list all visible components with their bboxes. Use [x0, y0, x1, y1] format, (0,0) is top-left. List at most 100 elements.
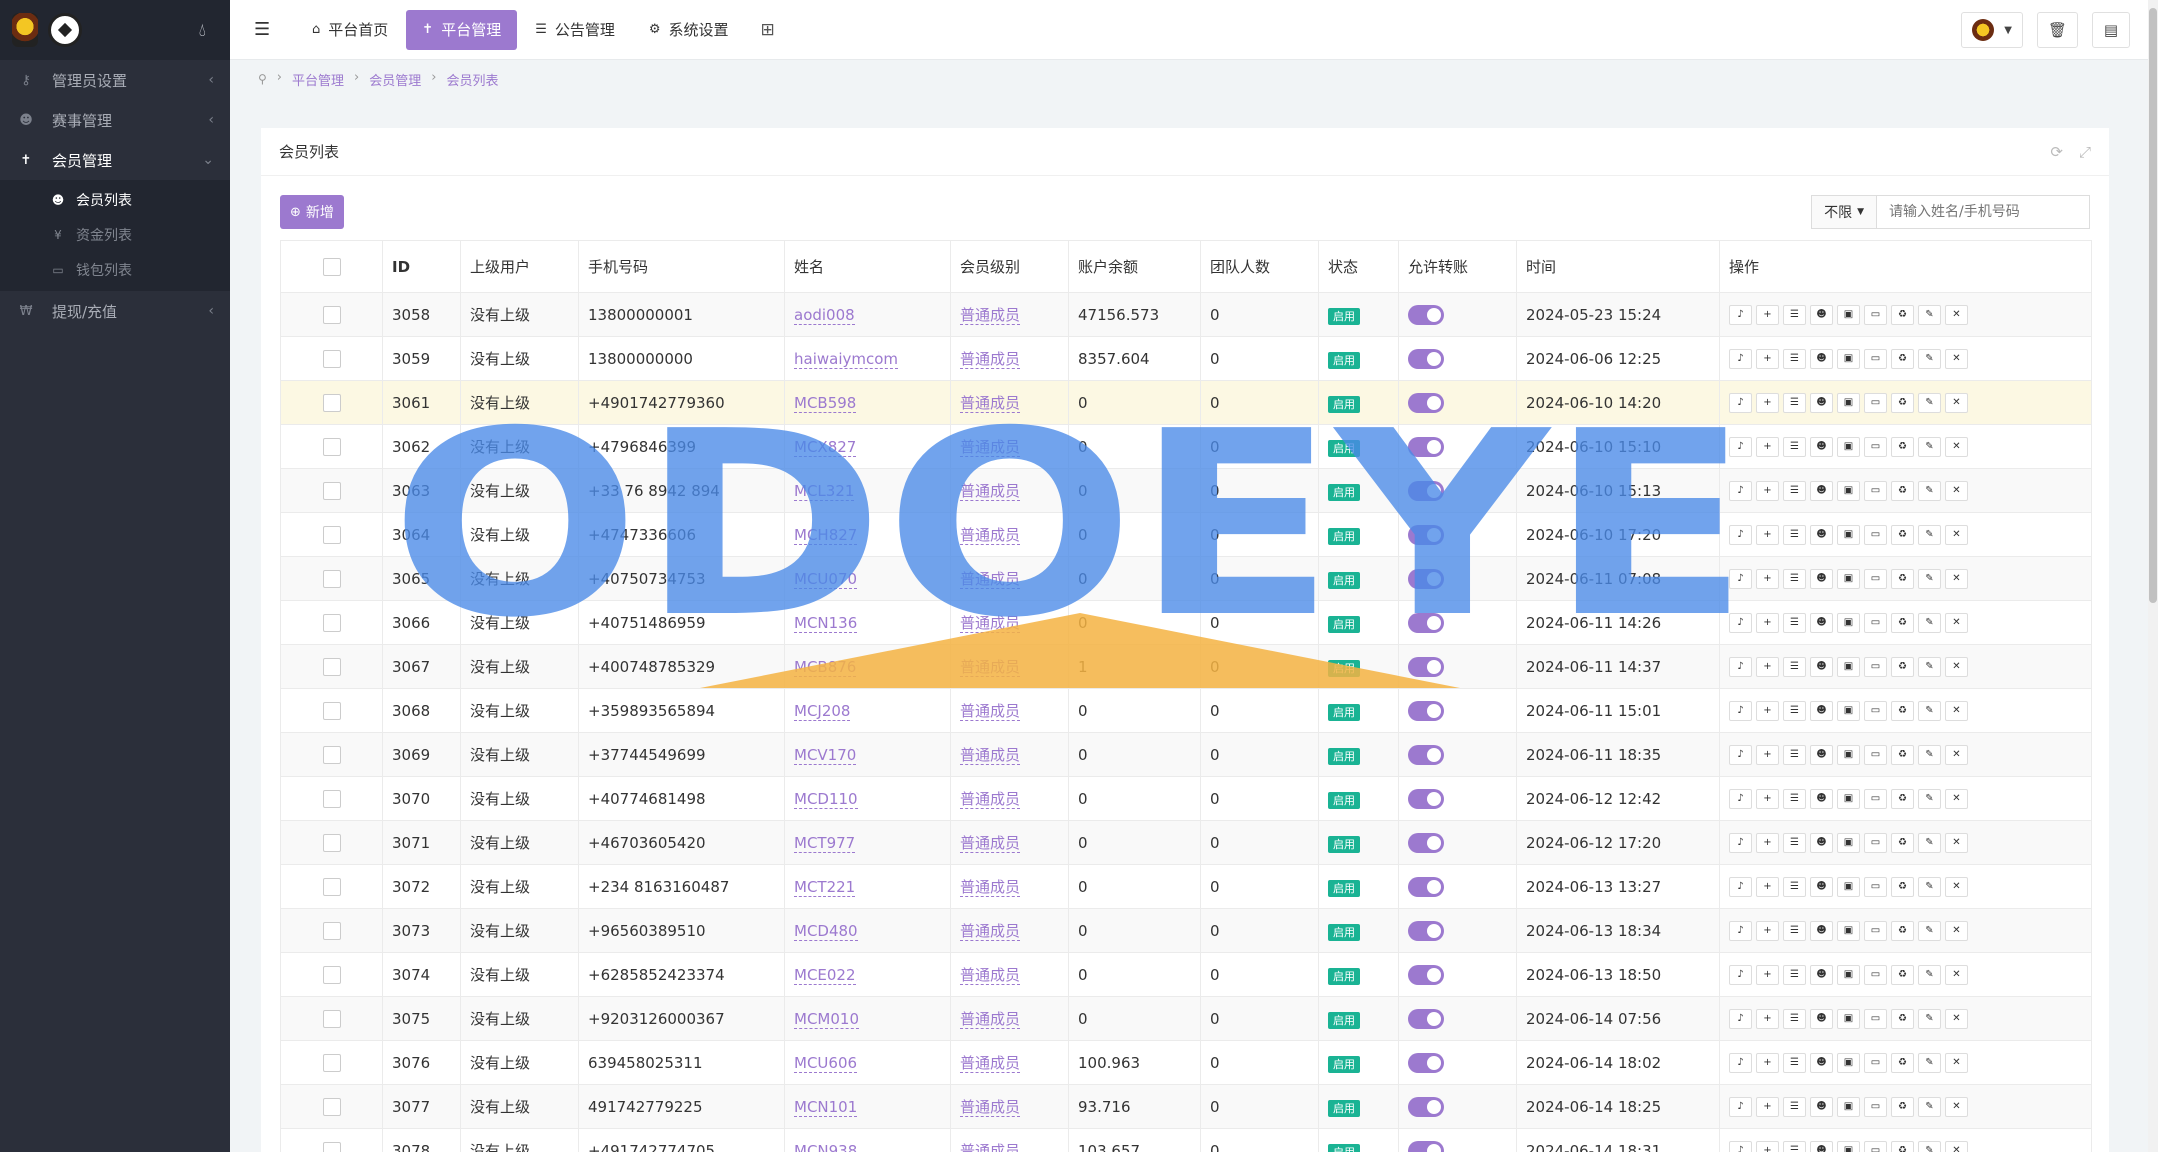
- member-level-link[interactable]: 普通成员: [960, 570, 1021, 589]
- member-name-link[interactable]: MCB876: [794, 657, 857, 677]
- money-icon[interactable]: ▣: [1837, 304, 1860, 325]
- users-icon[interactable]: ☻: [1810, 392, 1833, 413]
- recycle-icon[interactable]: ♻: [1891, 480, 1914, 501]
- card-icon[interactable]: ▭: [1864, 568, 1887, 589]
- card-icon[interactable]: ▭: [1864, 788, 1887, 809]
- filter-select[interactable]: 不限 ▼: [1811, 195, 1876, 229]
- close-icon[interactable]: ✕: [1945, 436, 1968, 457]
- allow-transfer-toggle[interactable]: [1408, 700, 1444, 721]
- plus-icon[interactable]: +: [1756, 700, 1779, 721]
- bell-icon[interactable]: ♪: [1729, 964, 1752, 985]
- row-checkbox[interactable]: [322, 481, 341, 500]
- table-row[interactable]: 3071 没有上级 +46703605420 MCT977 普通成员 0 0 启…: [280, 820, 2092, 865]
- sidebar-subitem[interactable]: ☻ 会员列表: [0, 182, 230, 217]
- pencil-icon[interactable]: ✎: [1918, 1096, 1941, 1117]
- row-checkbox[interactable]: [322, 1053, 341, 1072]
- member-name-link[interactable]: MCE022: [794, 965, 856, 985]
- list-icon[interactable]: ☰: [1783, 1008, 1806, 1029]
- row-checkbox[interactable]: [322, 349, 341, 368]
- pencil-icon[interactable]: ✎: [1918, 920, 1941, 941]
- recycle-icon[interactable]: ♻: [1891, 832, 1914, 853]
- member-name-link[interactable]: MCX827: [794, 437, 857, 457]
- allow-transfer-toggle[interactable]: [1408, 1140, 1444, 1152]
- row-checkbox[interactable]: [322, 1009, 341, 1028]
- row-checkbox[interactable]: [322, 877, 341, 896]
- card-icon[interactable]: ▭: [1864, 1008, 1887, 1029]
- close-icon[interactable]: ✕: [1945, 832, 1968, 853]
- users-icon[interactable]: ☻: [1810, 568, 1833, 589]
- money-icon[interactable]: ▣: [1837, 392, 1860, 413]
- card-icon[interactable]: ▭: [1864, 964, 1887, 985]
- grid-icon[interactable]: ⊞: [761, 20, 775, 40]
- plus-icon[interactable]: +: [1756, 1096, 1779, 1117]
- bell-icon[interactable]: ♪: [1729, 1140, 1752, 1152]
- fullscreen-icon[interactable]: ⤢: [2079, 143, 2091, 161]
- users-icon[interactable]: ☻: [1810, 920, 1833, 941]
- table-row[interactable]: 3072 没有上级 +234 8163160487 MCT221 普通成员 0 …: [280, 864, 2092, 909]
- card-icon[interactable]: ▭: [1864, 1096, 1887, 1117]
- list-icon[interactable]: ☰: [1783, 1140, 1806, 1152]
- bell-icon[interactable]: ♪: [1729, 1096, 1752, 1117]
- money-icon[interactable]: ▣: [1837, 348, 1860, 369]
- bell-icon[interactable]: ♪: [1729, 524, 1752, 545]
- recycle-icon[interactable]: ♻: [1891, 524, 1914, 545]
- users-icon[interactable]: ☻: [1810, 612, 1833, 633]
- member-level-link[interactable]: 普通成员: [960, 1098, 1021, 1117]
- member-level-link[interactable]: 普通成员: [960, 966, 1021, 985]
- money-icon[interactable]: ▣: [1837, 920, 1860, 941]
- plus-icon[interactable]: +: [1756, 612, 1779, 633]
- allow-transfer-toggle[interactable]: [1408, 436, 1444, 457]
- pencil-icon[interactable]: ✎: [1918, 524, 1941, 545]
- pencil-icon[interactable]: ✎: [1918, 744, 1941, 765]
- table-row[interactable]: 3058 没有上级 13800000001 aodi008 普通成员 47156…: [280, 292, 2092, 337]
- table-row[interactable]: 3070 没有上级 +40774681498 MCD110 普通成员 0 0 启…: [280, 776, 2092, 821]
- allow-transfer-toggle[interactable]: [1408, 524, 1444, 545]
- allow-transfer-toggle[interactable]: [1408, 920, 1444, 941]
- table-row[interactable]: 3063 没有上级 +33 76 8942 894 MCL321 普通成员 0 …: [280, 468, 2092, 513]
- member-name-link[interactable]: aodi008: [794, 305, 855, 325]
- users-icon[interactable]: ☻: [1810, 348, 1833, 369]
- member-level-link[interactable]: 普通成员: [960, 482, 1021, 501]
- row-checkbox[interactable]: [322, 393, 341, 412]
- recycle-icon[interactable]: ♻: [1891, 348, 1914, 369]
- table-row[interactable]: 3064 没有上级 +4747336606 MCH827 普通成员 0 0 启用…: [280, 512, 2092, 557]
- layout-toggle-button[interactable]: ▤: [2092, 12, 2130, 48]
- pencil-icon[interactable]: ✎: [1918, 832, 1941, 853]
- users-icon[interactable]: ☻: [1810, 876, 1833, 897]
- allow-transfer-toggle[interactable]: [1408, 656, 1444, 677]
- recycle-icon[interactable]: ♻: [1891, 876, 1914, 897]
- table-row[interactable]: 3076 没有上级 639458025311 MCU606 普通成员 100.9…: [280, 1040, 2092, 1085]
- member-name-link[interactable]: MCN101: [794, 1097, 858, 1117]
- close-icon[interactable]: ✕: [1945, 1096, 1968, 1117]
- users-icon[interactable]: ☻: [1810, 744, 1833, 765]
- close-icon[interactable]: ✕: [1945, 348, 1968, 369]
- member-level-link[interactable]: 普通成员: [960, 658, 1021, 677]
- users-icon[interactable]: ☻: [1810, 656, 1833, 677]
- plus-icon[interactable]: +: [1756, 920, 1779, 941]
- list-icon[interactable]: ☰: [1783, 568, 1806, 589]
- user-menu-button[interactable]: ▼: [1961, 12, 2023, 48]
- recycle-icon[interactable]: ♻: [1891, 304, 1914, 325]
- member-name-link[interactable]: MCB598: [794, 393, 857, 413]
- row-checkbox[interactable]: [322, 833, 341, 852]
- users-icon[interactable]: ☻: [1810, 1008, 1833, 1029]
- sidebar-item[interactable]: ₩ 提现/充值 ‹: [0, 291, 230, 331]
- money-icon[interactable]: ▣: [1837, 1096, 1860, 1117]
- plus-icon[interactable]: +: [1756, 1052, 1779, 1073]
- allow-transfer-toggle[interactable]: [1408, 1096, 1444, 1117]
- member-level-link[interactable]: 普通成员: [960, 614, 1021, 633]
- card-icon[interactable]: ▭: [1864, 920, 1887, 941]
- money-icon[interactable]: ▣: [1837, 964, 1860, 985]
- select-all-checkbox[interactable]: [322, 257, 341, 276]
- member-name-link[interactable]: MCL321: [794, 481, 855, 501]
- list-icon[interactable]: ☰: [1783, 876, 1806, 897]
- member-name-link[interactable]: MCT977: [794, 833, 856, 853]
- money-icon[interactable]: ▣: [1837, 480, 1860, 501]
- pencil-icon[interactable]: ✎: [1918, 1052, 1941, 1073]
- list-icon[interactable]: ☰: [1783, 656, 1806, 677]
- plus-icon[interactable]: +: [1756, 656, 1779, 677]
- member-name-link[interactable]: MCN938: [794, 1141, 858, 1152]
- users-icon[interactable]: ☻: [1810, 832, 1833, 853]
- card-icon[interactable]: ▭: [1864, 656, 1887, 677]
- close-icon[interactable]: ✕: [1945, 480, 1968, 501]
